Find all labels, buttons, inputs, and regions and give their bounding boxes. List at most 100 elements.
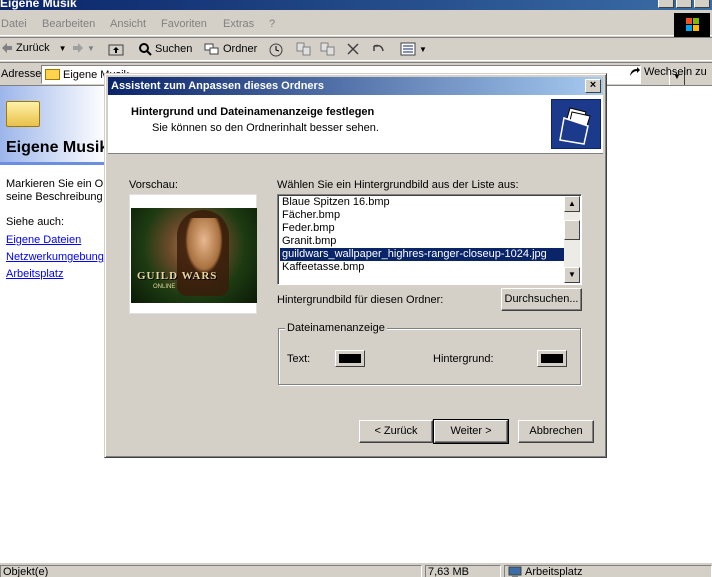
delete-icon bbox=[347, 43, 359, 55]
background-color-button[interactable] bbox=[537, 350, 567, 367]
preview-image: GUILD WARS ONLINE bbox=[131, 208, 257, 303]
menu-extras[interactable]: Extras bbox=[223, 18, 254, 30]
background-for-folder-label: Hintergrundbild für diesen Ordner: bbox=[277, 294, 444, 306]
wizard-cancel-button[interactable]: Abbrechen bbox=[518, 420, 594, 443]
search-label: Suchen bbox=[155, 43, 193, 55]
undo-icon bbox=[373, 44, 384, 52]
status-size: 7,63 MB bbox=[425, 565, 501, 577]
see-also-label: Siehe auch: bbox=[6, 216, 65, 228]
menu-bearbeiten[interactable]: Bearbeiten bbox=[42, 18, 95, 30]
back-dropdown-icon[interactable]: ▼ bbox=[59, 44, 67, 53]
wizard-heading: Hintergrund und Dateinamenanzeige festle… bbox=[131, 106, 375, 118]
menu-bar: Datei Bearbeiten Ansicht Favoriten Extra… bbox=[0, 14, 712, 36]
preview-figure-face bbox=[185, 218, 223, 274]
menu-datei[interactable]: Datei bbox=[1, 18, 27, 30]
link-eigene-dateien[interactable]: Eigene Dateien bbox=[6, 234, 81, 246]
folders-button[interactable]: Ordner bbox=[204, 42, 257, 56]
background-image-list[interactable]: Blaue Spitzen 16.bmp Fächer.bmp Feder.bm… bbox=[277, 194, 582, 285]
list-item[interactable]: Blaue Spitzen 16.bmp bbox=[280, 196, 564, 209]
views-icon bbox=[400, 42, 416, 56]
scroll-down-button[interactable]: ▼ bbox=[564, 267, 580, 283]
filename-display-legend: Dateinamenanzeige bbox=[285, 322, 387, 334]
window-controls bbox=[658, 0, 710, 8]
folders-icon bbox=[204, 43, 219, 55]
list-item[interactable]: Granit.bmp bbox=[280, 235, 564, 248]
up-folder-button[interactable] bbox=[108, 42, 124, 56]
link-netzwerkumgebung[interactable]: Netzwerkumgebung bbox=[6, 251, 104, 263]
search-button[interactable]: Suchen bbox=[138, 42, 192, 56]
close-button[interactable] bbox=[694, 0, 710, 8]
list-scrollbar[interactable]: ▲ ▼ bbox=[564, 196, 580, 283]
list-item[interactable]: Kaffeetasse.bmp bbox=[280, 261, 564, 274]
text-color-label: Text: bbox=[287, 353, 311, 365]
forward-dropdown-icon[interactable]: ▼ bbox=[87, 44, 95, 53]
folder-pages-icon bbox=[559, 107, 591, 145]
search-icon bbox=[139, 43, 152, 56]
link-arbeitsplatz[interactable]: Arbeitsplatz bbox=[6, 268, 63, 280]
forward-button[interactable]: ▼ bbox=[72, 42, 95, 54]
scroll-up-button[interactable]: ▲ bbox=[564, 196, 580, 212]
status-location: Arbeitsplatz bbox=[504, 565, 712, 577]
customize-folder-icon bbox=[551, 99, 601, 149]
undo-button[interactable] bbox=[370, 42, 386, 56]
menu-ansicht[interactable]: Ansicht bbox=[110, 18, 146, 30]
move-to-icon bbox=[296, 42, 311, 56]
views-button[interactable]: ▼ bbox=[400, 42, 427, 56]
maximize-button[interactable] bbox=[676, 0, 692, 8]
menu-favoriten[interactable]: Favoriten bbox=[161, 18, 207, 30]
back-arrow-icon bbox=[2, 43, 12, 53]
back-button[interactable]: Zurück ▼ bbox=[1, 42, 67, 54]
dialog-titlebar: Assistent zum Anpassen dieses Ordners × bbox=[108, 77, 603, 95]
go-label: Wechseln zu bbox=[644, 66, 707, 78]
large-folder-icon bbox=[6, 101, 40, 127]
history-icon bbox=[269, 43, 283, 57]
minimize-button[interactable] bbox=[658, 0, 674, 8]
views-dropdown-icon[interactable]: ▼ bbox=[419, 45, 427, 54]
wizard-header: Hintergrund und Dateinamenanzeige festle… bbox=[108, 95, 603, 154]
folders-label: Ordner bbox=[223, 43, 258, 55]
move-to-button[interactable] bbox=[296, 42, 312, 56]
wizard-back-button[interactable]: < Zurück bbox=[359, 420, 433, 443]
address-label: Adresse bbox=[1, 68, 42, 80]
dialog-title: Assistent zum Anpassen dieses Ordners bbox=[111, 80, 324, 92]
menu-help[interactable]: ? bbox=[269, 18, 275, 30]
wizard-next-button[interactable]: Weiter > bbox=[433, 419, 509, 444]
wizard-subheading: Sie können so den Ordnerinhalt besser se… bbox=[152, 122, 379, 134]
back-label: Zurück bbox=[16, 42, 50, 54]
status-bar: Objekt(e) 7,63 MB Arbeitsplatz bbox=[0, 563, 712, 577]
background-color-swatch bbox=[541, 354, 563, 363]
window-title: Eigene Musik bbox=[0, 0, 77, 10]
dialog-close-button[interactable]: × bbox=[585, 79, 601, 93]
folder-title: Eigene Musik bbox=[6, 139, 109, 156]
preview-label: Vorschau: bbox=[129, 179, 178, 191]
background-preview: GUILD WARS ONLINE bbox=[129, 194, 257, 314]
copy-to-button[interactable] bbox=[320, 42, 336, 56]
standard-toolbar: Zurück ▼ ▼ Suchen Ordner ▼ bbox=[0, 37, 712, 61]
up-folder-icon bbox=[108, 44, 124, 56]
folder-icon bbox=[45, 69, 60, 80]
forward-arrow-icon bbox=[73, 43, 83, 53]
customize-folder-wizard: Assistent zum Anpassen dieses Ordners × … bbox=[104, 73, 607, 458]
go-button[interactable]: Wechseln zu bbox=[629, 66, 707, 78]
preview-logo-subtext: ONLINE bbox=[153, 284, 176, 290]
explorer-titlebar: Eigene Musik bbox=[0, 0, 712, 10]
windows-logo-icon bbox=[674, 13, 710, 37]
history-button[interactable] bbox=[268, 42, 284, 58]
list-item[interactable]: Fächer.bmp bbox=[280, 209, 564, 222]
copy-to-icon bbox=[320, 42, 335, 56]
list-label: Wählen Sie ein Hintergrundbild aus der L… bbox=[277, 179, 519, 191]
text-color-button[interactable] bbox=[335, 350, 365, 367]
banner-divider bbox=[0, 162, 106, 165]
status-location-label: Arbeitsplatz bbox=[525, 566, 583, 577]
background-color-label: Hintergrund: bbox=[433, 353, 494, 365]
browse-button[interactable]: Durchsuchen... bbox=[501, 288, 582, 311]
text-color-swatch bbox=[339, 354, 361, 363]
status-objects: Objekt(e) bbox=[0, 565, 422, 577]
scroll-thumb[interactable] bbox=[564, 220, 580, 240]
delete-button[interactable] bbox=[346, 42, 360, 56]
go-arrow-icon bbox=[630, 67, 640, 76]
list-item-selected[interactable]: guildwars_wallpaper_highres-ranger-close… bbox=[279, 247, 565, 262]
filename-display-group: Dateinamenanzeige Text: Hintergrund: bbox=[278, 322, 581, 385]
list-item[interactable]: Feder.bmp bbox=[280, 222, 564, 235]
preview-logo-text: GUILD WARS bbox=[137, 270, 218, 282]
